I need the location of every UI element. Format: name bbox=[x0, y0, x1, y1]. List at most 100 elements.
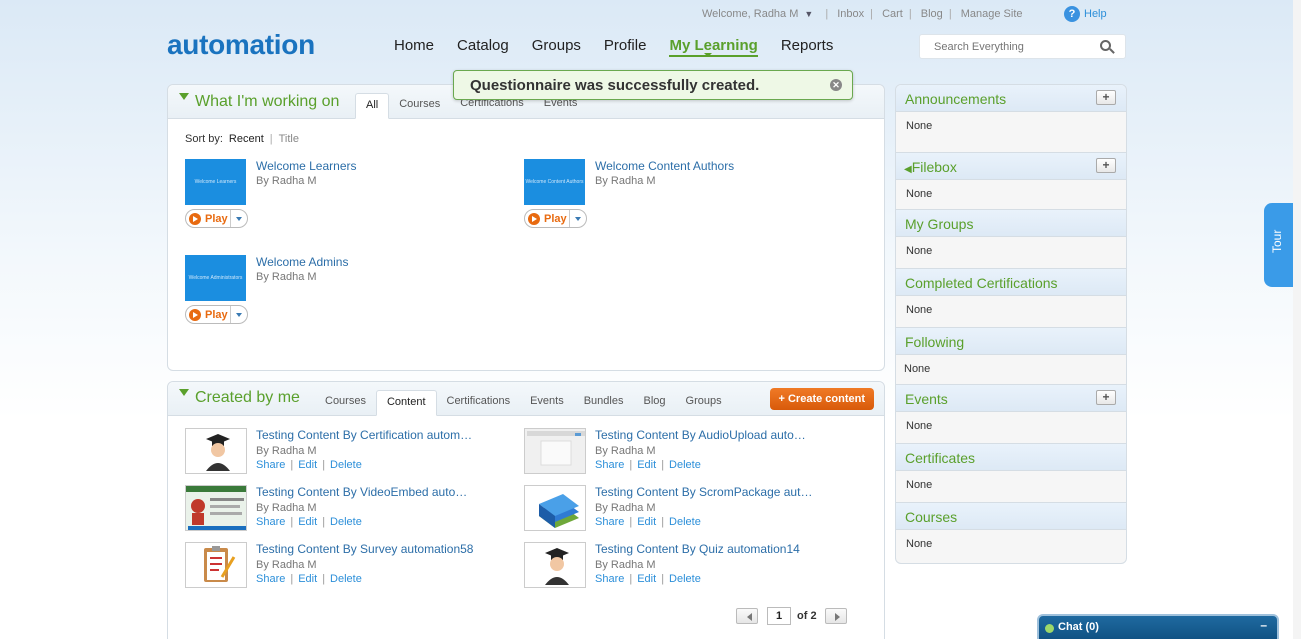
nav-reports[interactable]: Reports bbox=[781, 37, 834, 57]
nav-groups[interactable]: Groups bbox=[532, 37, 581, 57]
site-logo[interactable]: automation bbox=[167, 29, 315, 61]
tab-content[interactable]: Content bbox=[375, 390, 437, 416]
created-panel-title[interactable]: Created by me bbox=[179, 389, 300, 407]
play-button[interactable]: Play bbox=[185, 209, 248, 228]
card-title-link[interactable]: Welcome Learners bbox=[256, 159, 357, 173]
close-icon[interactable]: ✕ bbox=[830, 79, 842, 91]
add-icon[interactable]: + bbox=[1096, 158, 1116, 173]
nav-profile[interactable]: Profile bbox=[604, 37, 647, 57]
add-icon[interactable]: + bbox=[1096, 90, 1116, 105]
created-tabs: Courses Content Certifications Events Bu… bbox=[315, 390, 732, 416]
play-dropdown[interactable] bbox=[569, 210, 587, 227]
share-link[interactable]: Share bbox=[595, 516, 624, 528]
share-link[interactable]: Share bbox=[256, 573, 285, 585]
delete-link[interactable]: Delete bbox=[669, 516, 701, 528]
share-link[interactable]: Share bbox=[595, 573, 624, 585]
nav-catalog[interactable]: Catalog bbox=[457, 37, 509, 57]
sidebar-events-title[interactable]: Events bbox=[905, 391, 948, 407]
delete-link[interactable]: Delete bbox=[330, 459, 362, 471]
sidebar-certificates-title[interactable]: Certificates bbox=[905, 450, 975, 466]
chat-bar[interactable]: Chat (0) – bbox=[1037, 614, 1279, 639]
edit-link[interactable]: Edit bbox=[298, 459, 317, 471]
books-icon[interactable] bbox=[524, 485, 586, 531]
content-title-link[interactable]: Testing Content By ScromPackage aut… bbox=[595, 485, 812, 499]
tab-courses[interactable]: Courses bbox=[389, 93, 450, 119]
welcome-user[interactable]: Welcome, Radha M bbox=[702, 8, 798, 20]
edit-link[interactable]: Edit bbox=[298, 573, 317, 585]
prev-page-button[interactable] bbox=[736, 608, 758, 624]
scrollbar[interactable] bbox=[1293, 0, 1301, 639]
collapse-triangle-icon bbox=[179, 389, 189, 401]
create-content-button[interactable]: + Create content bbox=[769, 388, 874, 410]
manage-site-link[interactable]: Manage Site bbox=[961, 8, 1023, 20]
sort-recent[interactable]: Recent bbox=[229, 133, 264, 145]
card-title-link[interactable]: Welcome Content Authors bbox=[595, 159, 734, 173]
learning-card: Welcome Learners Welcome Learners By Rad… bbox=[185, 159, 505, 239]
sidebar-completedcerts-title[interactable]: Completed Certifications bbox=[905, 275, 1058, 291]
edit-link[interactable]: Edit bbox=[637, 516, 656, 528]
screenshot-thumb[interactable] bbox=[524, 428, 586, 474]
sidebar-mygroups-title[interactable]: My Groups bbox=[905, 216, 973, 232]
edit-link[interactable]: Edit bbox=[298, 516, 317, 528]
content-author: By Radha M bbox=[595, 445, 656, 457]
tab-events[interactable]: Events bbox=[520, 390, 574, 416]
sidebar-mygroups-header: My Groups bbox=[896, 209, 1126, 237]
play-button[interactable]: Play bbox=[185, 305, 248, 324]
sidebar-announcements-title[interactable]: Announcements bbox=[905, 91, 1006, 107]
delete-link[interactable]: Delete bbox=[330, 573, 362, 585]
pagination: 1 of 2 bbox=[736, 607, 847, 625]
card-title-link[interactable]: Welcome Admins bbox=[256, 255, 348, 269]
delete-link[interactable]: Delete bbox=[669, 459, 701, 471]
content-title-link[interactable]: Testing Content By Survey automation58 bbox=[256, 542, 473, 556]
search-input[interactable] bbox=[934, 41, 1094, 53]
card-thumbnail[interactable]: Welcome Learners bbox=[185, 159, 246, 205]
delete-link[interactable]: Delete bbox=[669, 573, 701, 585]
minimize-icon[interactable]: – bbox=[1260, 618, 1267, 632]
share-link[interactable]: Share bbox=[595, 459, 624, 471]
clipboard-icon[interactable] bbox=[185, 542, 247, 588]
nav-my-learning[interactable]: My Learning bbox=[669, 37, 758, 57]
page-total: of 2 bbox=[797, 610, 817, 622]
edit-link[interactable]: Edit bbox=[637, 573, 656, 585]
share-link[interactable]: Share bbox=[256, 516, 285, 528]
blog-link[interactable]: Blog bbox=[921, 8, 943, 20]
graduate-icon[interactable] bbox=[185, 428, 247, 474]
tab-bundles[interactable]: Bundles bbox=[574, 390, 634, 416]
page-number-input[interactable]: 1 bbox=[767, 607, 791, 625]
card-thumbnail[interactable]: Welcome Administrators bbox=[185, 255, 246, 301]
nav-home[interactable]: Home bbox=[394, 37, 434, 57]
tab-courses[interactable]: Courses bbox=[315, 390, 376, 416]
card-thumbnail[interactable]: Welcome Content Authors bbox=[524, 159, 585, 205]
next-page-button[interactable] bbox=[824, 608, 847, 624]
sidebar-filebox-title[interactable]: ◀Filebox bbox=[904, 159, 957, 175]
help-link[interactable]: ? Help bbox=[1064, 6, 1107, 22]
play-dropdown[interactable] bbox=[230, 306, 248, 323]
sidebar-courses-title[interactable]: Courses bbox=[905, 509, 957, 525]
content-title-link[interactable]: Testing Content By VideoEmbed auto… bbox=[256, 485, 467, 499]
sidebar-following-title[interactable]: Following bbox=[905, 334, 964, 350]
cart-link[interactable]: Cart bbox=[882, 8, 903, 20]
video-thumb[interactable] bbox=[185, 485, 247, 531]
tab-certifications[interactable]: Certifications bbox=[437, 390, 521, 416]
chevron-down-icon[interactable]: ▼ bbox=[804, 9, 813, 19]
tab-groups[interactable]: Groups bbox=[676, 390, 732, 416]
tab-all[interactable]: All bbox=[355, 93, 390, 119]
working-panel-title[interactable]: What I'm working on bbox=[179, 93, 339, 111]
search-icon[interactable] bbox=[1100, 40, 1111, 51]
inbox-link[interactable]: Inbox bbox=[837, 8, 864, 20]
tab-blog[interactable]: Blog bbox=[633, 390, 675, 416]
sidebar-events-header: Events + bbox=[896, 384, 1126, 412]
play-button[interactable]: Play bbox=[524, 209, 587, 228]
edit-link[interactable]: Edit bbox=[637, 459, 656, 471]
delete-link[interactable]: Delete bbox=[330, 516, 362, 528]
graduate-icon[interactable] bbox=[524, 542, 586, 588]
sort-title[interactable]: Title bbox=[279, 133, 299, 145]
add-icon[interactable]: + bbox=[1096, 390, 1116, 405]
sidebar-following-header: Following bbox=[896, 327, 1126, 355]
content-title-link[interactable]: Testing Content By Quiz automation14 bbox=[595, 542, 800, 556]
content-title-link[interactable]: Testing Content By AudioUpload auto… bbox=[595, 428, 806, 442]
content-title-link[interactable]: Testing Content By Certification autom… bbox=[256, 428, 472, 442]
content-item: Testing Content By ScromPackage aut… By … bbox=[524, 485, 854, 535]
play-dropdown[interactable] bbox=[230, 210, 248, 227]
share-link[interactable]: Share bbox=[256, 459, 285, 471]
